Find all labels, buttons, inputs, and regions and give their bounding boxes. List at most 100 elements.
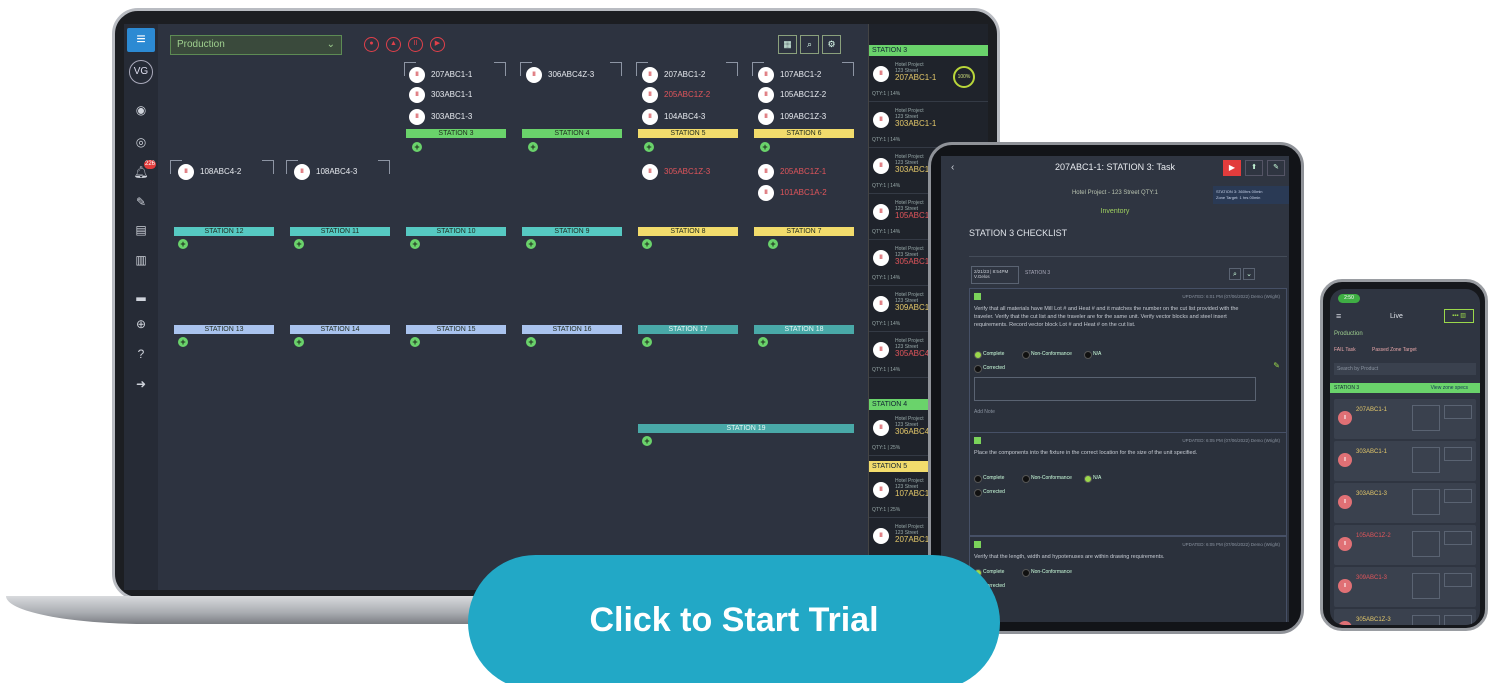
station-8-label[interactable]: STATION 8 (638, 227, 738, 236)
station-10-label[interactable]: STATION 10 (406, 227, 506, 236)
inventory-link[interactable]: Inventory (941, 208, 1289, 215)
view-zone-specs-link[interactable]: View zone specs (1431, 383, 1468, 393)
station-7-label[interactable]: STATION 7 (754, 227, 854, 236)
add-job-icon[interactable]: + (642, 436, 652, 446)
globe-icon[interactable]: ⊕ (133, 316, 149, 332)
station-18-label[interactable]: STATION 18 (754, 325, 854, 334)
search-icon[interactable]: ⌕ (800, 35, 819, 54)
add-job-icon[interactable]: + (758, 337, 768, 347)
add-note-field[interactable]: Add Note (974, 409, 995, 415)
station-19-label[interactable]: STATION 19 (638, 424, 854, 433)
upload-icon[interactable]: ⬆ (1245, 160, 1263, 176)
add-job-icon[interactable]: + (642, 337, 652, 347)
start-trial-button[interactable]: Click to Start Trial (468, 555, 1000, 683)
add-job-icon[interactable]: + (760, 142, 770, 152)
job-chip[interactable]: 305ABC1Z-3 (640, 163, 710, 181)
job-chip[interactable]: 205ABC1Z-1 (756, 163, 826, 181)
add-job-icon[interactable]: + (294, 239, 304, 249)
option-complete[interactable]: Complete (974, 351, 1004, 359)
collapse-icon[interactable]: ⌄ (1243, 268, 1255, 280)
option-na[interactable]: N/A (1084, 475, 1101, 483)
play-icon[interactable]: ▶ (1223, 160, 1241, 176)
grid-view-icon[interactable]: ▦ (778, 35, 797, 54)
option-corrected[interactable]: Corrected (974, 489, 1005, 497)
photo-attachment[interactable] (974, 377, 1256, 401)
add-job-icon[interactable]: + (410, 239, 420, 249)
option-corrected[interactable]: Corrected (974, 365, 1005, 373)
station-4-label[interactable]: STATION 4 (522, 129, 622, 138)
help-icon[interactable]: ? (133, 346, 149, 362)
play-icon[interactable]: ▶ (430, 37, 445, 52)
job-chip[interactable]: 207ABC1-1 (407, 66, 472, 84)
search-input[interactable]: Search by Product (1334, 363, 1476, 375)
add-job-icon[interactable]: + (642, 239, 652, 249)
logout-icon[interactable]: ➜ (133, 376, 149, 392)
job-card[interactable]: II 303ABC1-1 (1334, 441, 1476, 481)
add-job-icon[interactable]: + (178, 337, 188, 347)
chart-icon[interactable]: ▂ (133, 286, 149, 302)
station-3-label[interactable]: STATION 3 (406, 129, 506, 138)
option-complete[interactable]: Complete (974, 475, 1004, 483)
station-12-label[interactable]: STATION 12 (174, 227, 274, 236)
station-15-label[interactable]: STATION 15 (406, 325, 506, 334)
job-card[interactable]: II 105ABC1Z-2 (1334, 525, 1476, 565)
job-chip[interactable]: 105ABC1Z-2 (756, 86, 826, 104)
add-job-icon[interactable]: + (178, 239, 188, 249)
list-icon[interactable]: ▤ (133, 222, 149, 238)
checkbox-icon[interactable] (974, 293, 981, 300)
add-job-icon[interactable]: + (526, 239, 536, 249)
add-job-icon[interactable]: + (294, 337, 304, 347)
job-chip[interactable]: 207ABC1-2 (640, 66, 705, 84)
job-chip[interactable]: 205ABC1Z-2 (640, 86, 710, 104)
job-chip[interactable]: 303ABC1-1 (407, 86, 472, 104)
station-14-label[interactable]: STATION 14 (290, 325, 390, 334)
station-6-label[interactable]: STATION 6 (754, 129, 854, 138)
add-job-icon[interactable]: + (412, 142, 422, 152)
avatar[interactable]: VG (129, 60, 153, 84)
job-chip[interactable]: 101ABC1A-2 (756, 184, 827, 202)
job-card[interactable]: II 207ABC1-1 (1334, 399, 1476, 439)
add-job-icon[interactable]: + (644, 142, 654, 152)
job-chip[interactable]: 303ABC1-3 (407, 108, 472, 126)
job-card[interactable]: II 303ABC1-3 (1334, 483, 1476, 523)
menu-icon[interactable]: ≡ (1336, 311, 1341, 321)
job-card[interactable]: II 309ABC1-3 (1334, 567, 1476, 607)
option-non-conformance[interactable]: Non-Conformance (1022, 569, 1072, 577)
job-chip[interactable]: 306ABC4Z-3 (524, 66, 594, 84)
target-icon[interactable]: ◎ (133, 134, 149, 150)
job-chip[interactable]: 104ABC4-3 (640, 108, 705, 126)
search-icon[interactable]: ⌕ (1229, 268, 1241, 280)
station-16-label[interactable]: STATION 16 (522, 325, 622, 334)
pause-icon[interactable]: II (408, 37, 423, 52)
job-chip[interactable]: 109ABC1Z-3 (756, 108, 826, 126)
job-chip[interactable]: 108ABC4-3 (292, 163, 357, 181)
checkbox-icon[interactable] (974, 437, 981, 444)
clipboard-icon[interactable]: ▥ (133, 252, 149, 268)
option-na[interactable]: N/A (1084, 351, 1101, 359)
job-chip[interactable]: 107ABC1-2 (756, 66, 821, 84)
add-job-icon[interactable]: + (768, 239, 778, 249)
filter-fail-task[interactable]: FAIL Task (1334, 347, 1356, 353)
station-9-label[interactable]: STATION 9 (522, 227, 622, 236)
add-job-icon[interactable]: + (526, 337, 536, 347)
add-job-icon[interactable]: + (528, 142, 538, 152)
dashboard-icon[interactable]: ◉ (133, 102, 149, 118)
production-select[interactable]: Production ⌄ (170, 35, 342, 55)
production-select[interactable]: Production (1334, 331, 1363, 337)
checkbox-icon[interactable] (974, 541, 981, 548)
station-17-label[interactable]: STATION 17 (638, 325, 738, 334)
stop-icon[interactable]: ● (364, 37, 379, 52)
station-5-label[interactable]: STATION 5 (638, 129, 738, 138)
station-header[interactable]: STATION 3 View zone specs (1330, 383, 1480, 393)
edit-icon[interactable]: ✎ (1273, 361, 1280, 370)
app-logo[interactable]: ≡ (127, 28, 155, 52)
job-card[interactable]: II 305ABC1Z-3 (1334, 609, 1476, 625)
wrench-icon[interactable]: ✎ (133, 194, 149, 210)
alert-icon[interactable]: ▲ (386, 37, 401, 52)
view-toggle-icon[interactable]: ▪▪▪ ▥ (1444, 309, 1474, 323)
station-13-label[interactable]: STATION 13 (174, 325, 274, 334)
attach-icon[interactable]: ✎ (1267, 160, 1285, 176)
filter-passed-zone[interactable]: Passed Zone Target (1372, 347, 1417, 353)
add-job-icon[interactable]: + (410, 337, 420, 347)
option-non-conformance[interactable]: Non-Conformance (1022, 475, 1072, 483)
